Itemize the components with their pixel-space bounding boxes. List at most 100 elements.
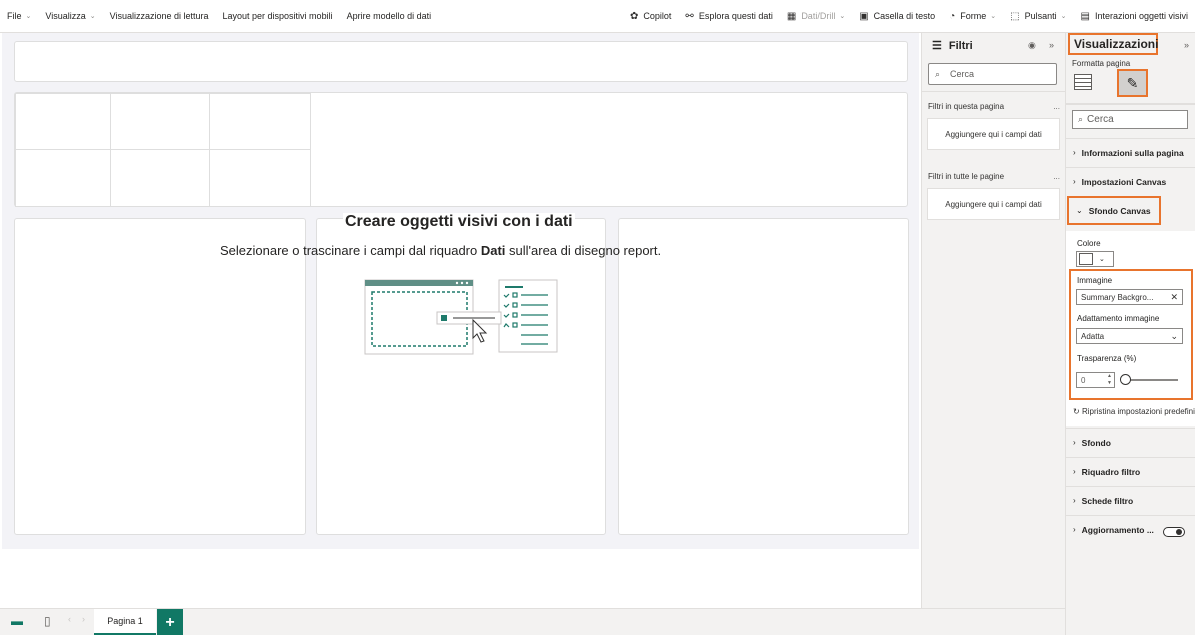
visual-placeholder-kpi-row[interactable] (14, 92, 908, 207)
filters-all-pages-header: Filtri in tutte le pagine... (928, 172, 1060, 181)
binoculars-icon: ⚯ (685, 10, 694, 22)
transparency-slider-track[interactable] (1124, 379, 1178, 381)
build-visual-icon[interactable] (1074, 74, 1092, 90)
collapse-filters-icon[interactable]: » (1049, 40, 1054, 50)
more-options-icon[interactable]: ... (1053, 102, 1060, 111)
add-page-button[interactable]: + (157, 609, 183, 635)
ribbon-layout-per-dispositivi-mobili[interactable]: Layout per dispositivi mobili (216, 0, 340, 32)
page-tab-pagina-1[interactable]: Pagina 1 (94, 609, 156, 635)
ribbon-aprire-modello-di-dati[interactable]: Aprire modello di dati (340, 0, 439, 32)
image-fit-dropdown[interactable]: Adatta ⌄ (1076, 328, 1183, 344)
kpi-cell[interactable] (110, 149, 210, 207)
ribbon-file[interactable]: File ⌄ (0, 0, 38, 32)
ribbon-interazioni-oggetti-visivi[interactable]: ▤ Interazioni oggetti visivi (1074, 0, 1195, 32)
filters-all-pages-dropzone[interactable]: Aggiungere qui i campi dati (927, 188, 1060, 220)
category-label: Sfondo (1081, 437, 1111, 448)
kpi-cell[interactable] (15, 149, 111, 207)
more-options-icon[interactable]: ... (1053, 172, 1060, 181)
chevron-right-icon: › (1073, 496, 1076, 505)
data-pane-link-text: Dati (480, 243, 506, 258)
mobile-view-icon[interactable]: ▯ (44, 614, 51, 628)
visualizations-title: Visualizzazioni (1068, 33, 1158, 55)
ribbon-visualizza[interactable]: Visualizza ⌄ (38, 0, 102, 32)
buttons-icon: ⬚ (1010, 10, 1020, 22)
ribbon-copilot[interactable]: ✿ Copilot (623, 0, 678, 32)
filters-pane: ☰ Filtri ◉ » ⌕ Cerca Filtri in questa pagi… (921, 33, 1066, 608)
transparency-input[interactable]: 0 ▲ ▼ (1076, 372, 1115, 388)
ribbon: File ⌄ Visualizza ⌄ Visualizzazione di lettu… (0, 0, 1195, 33)
format-page-subtitle: Formatta pagina (1072, 59, 1131, 68)
page-refresh-toggle[interactable] (1163, 527, 1185, 537)
category-canvas-settings[interactable]: › Impostazioni Canvas (1066, 167, 1195, 195)
kpi-cell[interactable] (110, 93, 210, 150)
ribbon-item-label: File (7, 11, 22, 21)
reset-icon: ↻ (1073, 407, 1082, 416)
visual-placeholder-right[interactable] (618, 218, 909, 535)
ribbon-item-label: Aprire modello di dati (346, 11, 432, 21)
tab-underline (1066, 103, 1195, 105)
chevron-right-icon: › (1073, 148, 1076, 157)
kpi-cell[interactable] (209, 149, 311, 207)
chevron-down-icon: ⌄ (1076, 206, 1083, 215)
filters-search-input[interactable]: ⌕ Cerca (928, 63, 1057, 85)
chevron-down-icon: ⌄ (1170, 330, 1178, 341)
reset-label: Ripristina impostazioni predefinite (1081, 407, 1195, 416)
chevron-down-icon: ⌄ (25, 13, 32, 20)
search-icon: ⌕ (935, 68, 941, 79)
category-page-info[interactable]: › Informazioni sulla pagina (1066, 138, 1195, 166)
chevron-down-icon: ⌄ (839, 13, 846, 20)
chevron-right-icon: › (1073, 525, 1076, 534)
ribbon-pulsanti[interactable]: ⬚ Pulsanti ⌄ (1003, 0, 1073, 32)
spin-arrows-icon[interactable]: ▲ ▼ (1107, 373, 1112, 387)
visual-placeholder-header[interactable] (14, 41, 908, 82)
ribbon-casella-di-testo[interactable]: ▣ Casella di testo (852, 0, 942, 32)
filters-title: ☰ Filtri (932, 39, 973, 53)
eye-icon[interactable]: ◉ (1028, 40, 1036, 51)
format-page-icon[interactable]: ✎ (1117, 69, 1148, 97)
reset-defaults-link[interactable]: ↻ Ripristina impostazioni predefinite (1073, 407, 1195, 416)
clear-image-icon[interactable]: ✕ (1170, 292, 1178, 303)
filters-search-placeholder: Cerca (950, 69, 975, 79)
image-fit-value: Adatta (1081, 331, 1105, 341)
filters-on-page-dropzone[interactable]: Aggiungere qui i campi dati (927, 118, 1060, 150)
empty-state-title: Creare oggetti visivi con i dati (343, 213, 575, 231)
ribbon-item-label: Dati/Drill (801, 11, 836, 21)
toggle-knob (1176, 529, 1182, 535)
visual-placeholder-center[interactable] (316, 218, 606, 535)
category-filter-pane[interactable]: › Riquadro filtro (1066, 457, 1195, 485)
ribbon-dati-drill[interactable]: ▦ Dati/Drill ⌄ (780, 0, 852, 32)
ribbon-item-label: Pulsanti (1024, 11, 1057, 21)
page-navigation-bar: ▬ ▯ ‹ › Pagina 1 + (0, 608, 1195, 635)
color-picker[interactable]: ⌄ (1076, 251, 1114, 267)
ribbon-item-label: Casella di testo (873, 11, 936, 21)
category-canvas-background[interactable]: ⌄ Sfondo Canvas (1067, 196, 1161, 225)
chevron-down-icon: ⌄ (89, 13, 96, 20)
ribbon-item-label: Forme (960, 11, 987, 21)
next-page-icon[interactable]: › (82, 614, 85, 624)
image-fit-label: Adattamento immagine (1077, 314, 1160, 323)
expand-pane-icon[interactable]: » (1184, 40, 1189, 50)
transparency-slider-thumb[interactable] (1120, 374, 1131, 385)
ribbon-item-label: Interazioni oggetti visivi (1094, 11, 1188, 21)
ribbon-forme[interactable]: ◔ Forme ⌄ (942, 0, 1003, 32)
category-filter-cards[interactable]: › Schede filtro (1066, 486, 1195, 514)
ribbon-esplora-questi-dati[interactable]: ⚯ Esplora questi dati (678, 0, 779, 32)
transparency-value: 0 (1081, 375, 1086, 385)
shapes-icon: ◔ (949, 10, 956, 22)
viz-search-input[interactable]: ⌕ Cerca (1072, 110, 1188, 129)
prev-page-icon[interactable]: ‹ (68, 614, 71, 624)
image-file-field[interactable]: Summary Backgro... ✕ (1076, 289, 1183, 305)
empty-state-text-end: sull'area di disegno report. (505, 243, 662, 258)
desktop-view-icon[interactable]: ▬ (11, 614, 23, 628)
kpi-cell[interactable] (209, 93, 311, 150)
divider (922, 91, 1066, 92)
textbox-icon: ▣ (859, 10, 869, 22)
kpi-cell[interactable] (15, 93, 111, 150)
ribbon-visualizzazione-di-lettura[interactable]: Visualizzazione di lettura (103, 0, 216, 32)
category-background[interactable]: › Sfondo (1066, 428, 1195, 456)
chevron-down-icon: ⌄ (1060, 13, 1067, 20)
data-drill-icon: ▦ (786, 10, 797, 22)
visual-placeholder-left[interactable] (14, 218, 306, 535)
category-label: Aggiornamento ... (1081, 524, 1154, 535)
ribbon-left-group: File ⌄ Visualizza ⌄ Visualizzazione di lettu… (0, 0, 439, 32)
